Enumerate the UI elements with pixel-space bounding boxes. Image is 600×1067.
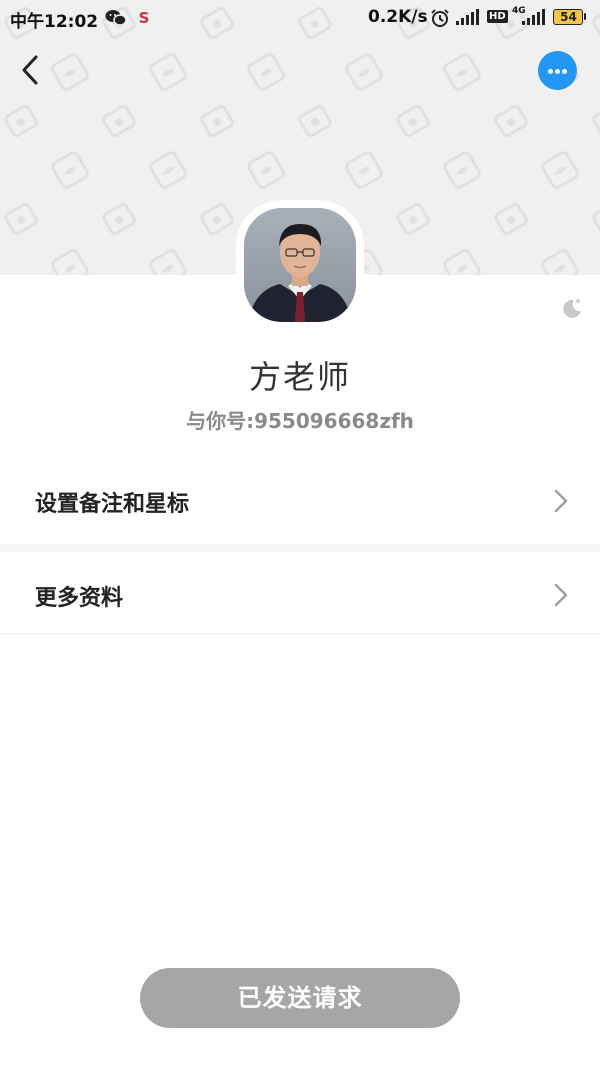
battery-icon: 54 <box>553 9 586 25</box>
network-speed: 0.2K/s <box>368 7 428 27</box>
alarm-icon <box>430 8 450 33</box>
menu-item-more-info[interactable]: 更多资料 <box>0 552 600 638</box>
profile-name: 方老师 <box>248 358 351 396</box>
avatar-image <box>244 208 356 322</box>
signal-icon <box>456 9 480 30</box>
chevron-right-icon <box>552 488 570 518</box>
hd-badge: HD <box>487 10 508 23</box>
account-id: 与你号:955096668zfh <box>186 409 414 433</box>
app-icon: S <box>133 7 155 34</box>
request-sent-button[interactable]: 已发送请求 <box>140 968 460 1028</box>
menu-item-remark-star[interactable]: 设置备注和星标 <box>0 458 600 544</box>
back-button[interactable] <box>16 52 48 88</box>
chevron-right-icon <box>552 582 570 612</box>
wechat-icon <box>105 9 127 32</box>
moon-star-icon[interactable] <box>560 296 584 324</box>
menu-item-label: 设置备注和星标 <box>35 492 190 517</box>
signal-icon <box>520 9 546 30</box>
avatar[interactable] <box>240 204 360 324</box>
status-time: 中午12:02 <box>10 12 99 32</box>
svg-text:S: S <box>139 9 150 27</box>
divider <box>0 633 600 634</box>
chevron-left-icon <box>22 55 38 85</box>
battery-level: 54 <box>560 10 577 24</box>
menu-item-label: 更多资料 <box>35 586 124 611</box>
status-bar: 中午12:02 S 0.2K/s HD 4G 54 <box>0 0 600 36</box>
divider <box>0 544 600 552</box>
more-button[interactable] <box>538 51 577 90</box>
